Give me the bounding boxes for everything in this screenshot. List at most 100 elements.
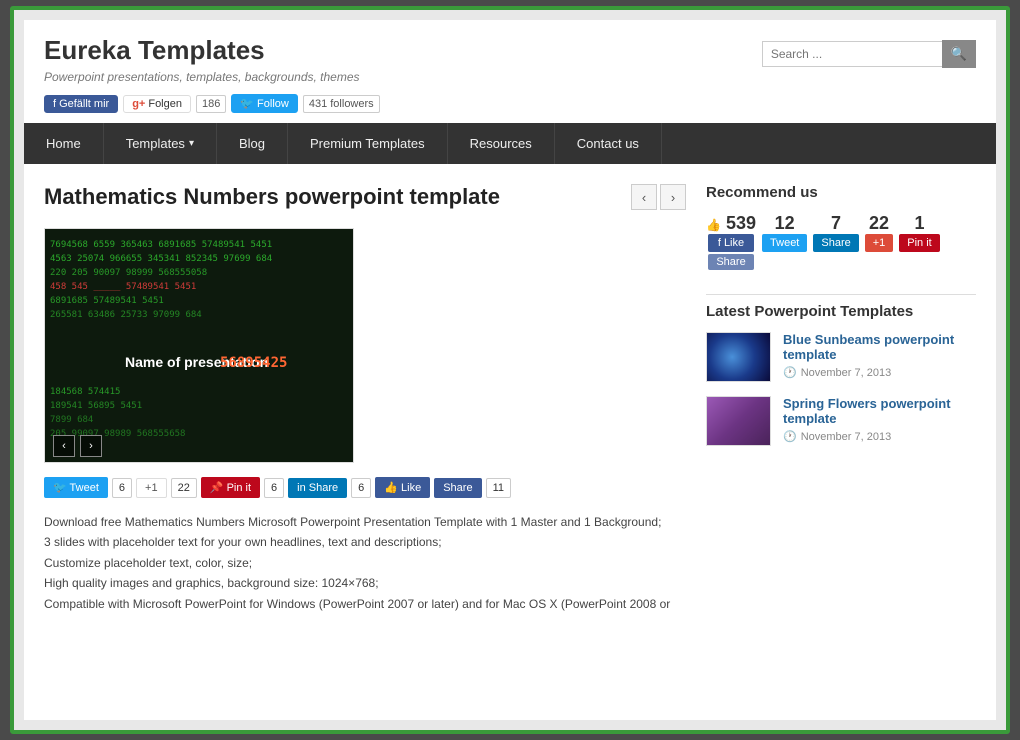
desc-line2: 3 slides with placeholder text for your …: [44, 532, 686, 552]
fb-like-btn[interactable]: f Like: [708, 234, 754, 252]
purple-thumb-image: [707, 397, 770, 445]
linkedin-widget-col: 7 Share: [813, 213, 858, 270]
search-button[interactable]: 🔍: [942, 40, 976, 68]
inner-wrapper: Eureka Templates Powerpoint presentation…: [24, 20, 996, 720]
fb-big-count: 👍 539: [706, 213, 756, 234]
pin-count: 6: [264, 478, 284, 498]
sidebar-divider: [706, 294, 976, 295]
share-row: 🐦 Tweet 6 +1 22 📌 Pin it 6 in Share 6 👍 …: [44, 477, 686, 498]
twitter-count: 431 followers: [303, 95, 380, 113]
gplus-follow-button[interactable]: g+ Folgen: [123, 95, 191, 113]
twitter-follow-button[interactable]: 🐦 Follow: [231, 94, 298, 113]
search-input[interactable]: [762, 41, 942, 67]
linkedin-widget-count: 7: [831, 213, 841, 234]
gplus-button[interactable]: +1: [136, 478, 167, 498]
svg-text:56895425: 56895425: [220, 355, 287, 371]
linkedin-count: 6: [351, 478, 371, 498]
main-content: Mathematics Numbers powerpoint template …: [44, 184, 686, 614]
nav-blog[interactable]: Blog: [217, 123, 288, 164]
gplus-widget-col: 22 +1: [865, 213, 894, 270]
slide-image: 7694568 6559 365463 6891685 57489541 545…: [45, 229, 353, 462]
desc-line5: Compatible with Microsoft PowerPoint for…: [44, 594, 686, 614]
fb-widget-col: 👍 539 f Like Share: [706, 213, 756, 270]
outer-wrapper: Eureka Templates Powerpoint presentation…: [10, 6, 1010, 734]
latest-title-1[interactable]: Spring Flowers powerpoint template: [783, 396, 976, 426]
svg-text:265581 63486 25733 97099 6: 265581 63486 25733 97099 684: [50, 310, 202, 320]
recommend-title: Recommend us: [706, 184, 976, 201]
recommend-box: Recommend us 👍 539 f Like: [706, 184, 976, 270]
content-area: Mathematics Numbers powerpoint template …: [24, 164, 996, 634]
latest-date-1: 🕐 November 7, 2013: [783, 430, 976, 443]
site-tagline: Powerpoint presentations, templates, bac…: [44, 70, 380, 84]
clock-icon-1: 🕐: [783, 430, 797, 443]
nav-premium[interactable]: Premium Templates: [288, 123, 448, 164]
fb-share-btn[interactable]: Share: [708, 254, 753, 270]
gplus-widget-count: 22: [869, 213, 889, 234]
desc-line1: Download free Mathematics Numbers Micros…: [44, 512, 686, 532]
svg-text:220 205 90097 98999 5685550: 220 205 90097 98999 568555058: [50, 268, 207, 278]
nav-home[interactable]: Home: [24, 123, 104, 164]
page-title: Mathematics Numbers powerpoint template: [44, 184, 500, 210]
twitter-widget-count: 12: [775, 213, 795, 234]
site-title: Eureka Templates: [44, 35, 380, 66]
linkedin-widget-btn[interactable]: Share: [813, 234, 858, 252]
latest-section: Latest Powerpoint Templates Blue Sunbeam…: [706, 303, 976, 446]
desc-line4: High quality images and graphics, backgr…: [44, 573, 686, 593]
latest-thumb-0: [706, 332, 771, 382]
latest-info-1: Spring Flowers powerpoint template 🕐 Nov…: [783, 396, 976, 443]
svg-text:7694568 6559 365463 6891685: 7694568 6559 365463 6891685 57489541 545…: [50, 240, 272, 250]
page-title-row: Mathematics Numbers powerpoint template …: [44, 184, 686, 210]
latest-item-1: Spring Flowers powerpoint template 🕐 Nov…: [706, 396, 976, 446]
slideshow-container: 7694568 6559 365463 6891685 57489541 545…: [44, 228, 354, 463]
gplus-count: 186: [196, 95, 226, 113]
twitter-widget-col: 12 Tweet: [762, 213, 807, 270]
fb-like-button[interactable]: f Gefällt mir: [44, 95, 118, 113]
tweet-button[interactable]: 🐦 Tweet: [44, 477, 108, 498]
twitter-widget-btn[interactable]: Tweet: [762, 234, 807, 252]
pin-widget-count: 1: [915, 213, 925, 234]
latest-title: Latest Powerpoint Templates: [706, 303, 976, 320]
social-widget: 👍 539 f Like Share 12 Tw: [706, 213, 976, 270]
nav-arrows: ‹ ›: [631, 184, 686, 210]
nav-resources[interactable]: Resources: [448, 123, 555, 164]
latest-date-0: 🕐 November 7, 2013: [783, 366, 976, 379]
templates-arrow-icon: ▾: [189, 138, 194, 149]
latest-item-0: Blue Sunbeams powerpoint template 🕐 Nove…: [706, 332, 976, 382]
linkedin-button[interactable]: in Share: [288, 478, 347, 498]
svg-text:4563 25074 966655 345341 8: 4563 25074 966655 345341 852345 97699 68…: [50, 254, 272, 264]
gplus-icon: g+: [132, 98, 145, 110]
description: Download free Mathematics Numbers Micros…: [44, 512, 686, 614]
fb-like-share-button[interactable]: 👍 Like: [375, 477, 430, 498]
main-nav: Home Templates ▾ Blog Premium Templates …: [24, 123, 996, 164]
slide-controls: ‹ ›: [53, 435, 102, 457]
svg-text:458 545 _____ 57489541 5451: 458 545 _____ 57489541 5451: [50, 282, 196, 292]
pin-widget-btn[interactable]: Pin it: [899, 234, 939, 252]
latest-info-0: Blue Sunbeams powerpoint template 🕐 Nove…: [783, 332, 976, 379]
gplus-widget-btn[interactable]: +1: [865, 234, 894, 252]
latest-title-0[interactable]: Blue Sunbeams powerpoint template: [783, 332, 976, 362]
fb-share-button[interactable]: Share: [434, 478, 481, 498]
fb-icon: f: [718, 237, 721, 249]
next-button[interactable]: ›: [660, 184, 686, 210]
svg-text:7899 684: 7899 684: [50, 415, 93, 425]
latest-thumb-1: [706, 396, 771, 446]
desc-line3: Customize placeholder text, color, size;: [44, 553, 686, 573]
slide-next-button[interactable]: ›: [80, 435, 102, 457]
slide-prev-button[interactable]: ‹: [53, 435, 75, 457]
header-left: Eureka Templates Powerpoint presentation…: [44, 35, 380, 113]
svg-text:6891685 57489541 5451: 6891685 57489541 5451: [50, 296, 164, 306]
prev-button[interactable]: ‹: [631, 184, 657, 210]
nav-contact[interactable]: Contact us: [555, 123, 662, 164]
fb-icon: f: [53, 98, 56, 110]
pinterest-button[interactable]: 📌 Pin it: [201, 477, 260, 498]
gplus-count: 22: [171, 478, 197, 498]
clock-icon-0: 🕐: [783, 366, 797, 379]
header-right: 🔍: [762, 40, 976, 68]
fb-count: 11: [486, 478, 511, 498]
twitter-icon: 🐦: [240, 97, 254, 110]
social-bar: f Gefällt mir g+ Folgen 186 🐦 Follow 431: [44, 94, 380, 113]
nav-templates[interactable]: Templates ▾: [104, 123, 217, 164]
sidebar: Recommend us 👍 539 f Like: [706, 184, 976, 614]
svg-text:184568 574415: 184568 574415: [50, 387, 120, 397]
site-header: Eureka Templates Powerpoint presentation…: [24, 20, 996, 123]
